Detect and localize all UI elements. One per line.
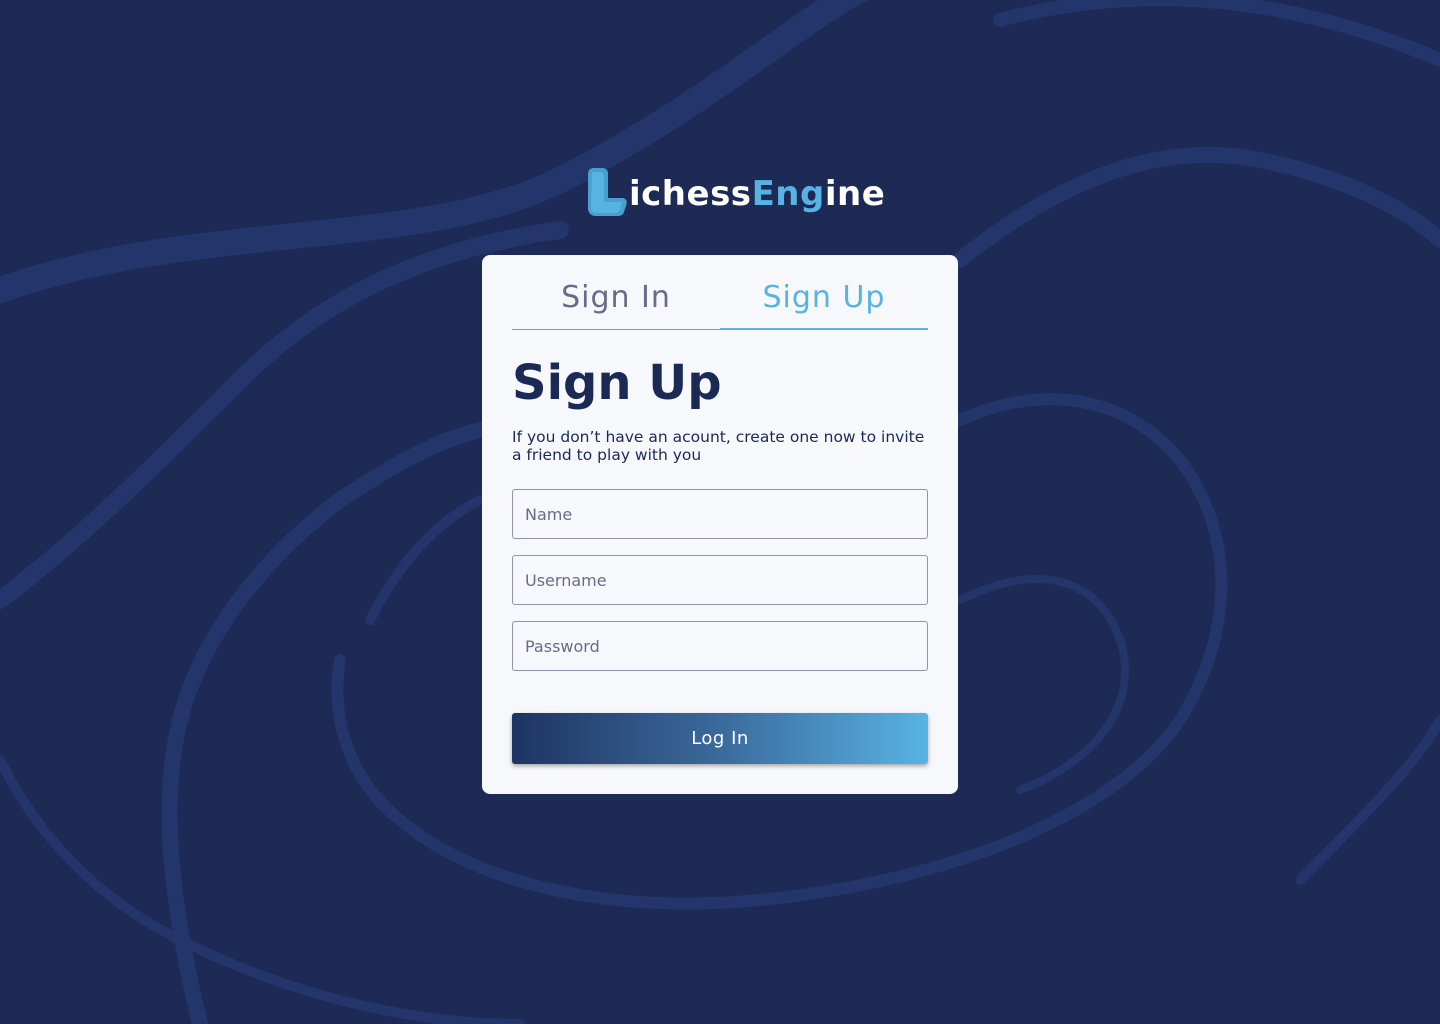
brand-logo: ichessEngine <box>588 158 885 218</box>
brand-name-part2: Eng <box>751 174 825 214</box>
letter-l-icon <box>588 166 628 218</box>
form-subtitle: If you don’t have an acount, create one … <box>512 428 925 464</box>
brand-name-part1: ichess <box>629 174 752 214</box>
auth-card: Sign In Sign Up Sign Up If you don’t hav… <box>482 255 958 794</box>
brand-name: ichessEngine <box>629 174 885 218</box>
submit-button[interactable]: Log In <box>512 713 928 764</box>
password-field[interactable] <box>512 621 928 671</box>
name-field[interactable] <box>512 489 928 539</box>
tab-sign-up[interactable]: Sign Up <box>720 255 928 330</box>
brand-name-part3: ine <box>824 174 886 214</box>
tab-sign-in[interactable]: Sign In <box>512 255 720 330</box>
auth-tabs: Sign In Sign Up <box>512 255 928 330</box>
username-field[interactable] <box>512 555 928 605</box>
form-title: Sign Up <box>512 355 722 411</box>
